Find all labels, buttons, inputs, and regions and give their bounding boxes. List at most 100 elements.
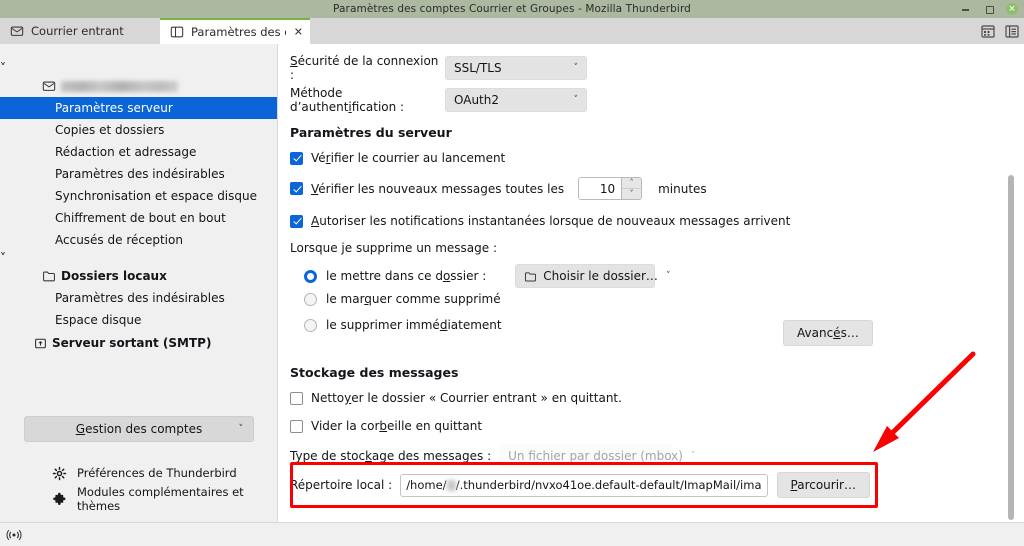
allow-notifications-row[interactable]: Autoriser les notifications instantanées… <box>290 214 790 228</box>
chevron-down-icon: ˅ <box>665 271 671 281</box>
auth-method-select[interactable]: OAuth2 ˅ <box>445 88 587 112</box>
smtp-label: Serveur sortant (SMTP) <box>52 336 212 350</box>
close-button[interactable]: × <box>1006 3 1018 15</box>
connection-security-label: Sécurité de la connexion : <box>290 54 439 82</box>
tasks-icon[interactable] <box>1004 23 1020 39</box>
connectivity-icon <box>6 528 22 542</box>
sidebar-item-synchronisation-et-espace-disque[interactable]: Synchronisation et espace disque <box>0 185 277 207</box>
sidebar-item-parametres-serveur[interactable]: Paramètres serveur <box>0 97 277 119</box>
stepper-down-icon[interactable]: ˅ <box>622 189 641 199</box>
auth-method-value: OAuth2 <box>454 93 499 107</box>
sidebar-link-addons[interactable]: Modules complémentaires et thèmes <box>0 485 277 513</box>
sidebar-item-label: Synchronisation et espace disque <box>55 189 257 203</box>
check-at-startup-row[interactable]: Vérifier le courrier au lancement <box>290 151 505 165</box>
clean-inbox-checkbox[interactable] <box>290 391 303 405</box>
puzzle-icon <box>52 492 67 507</box>
sidebar-link-preferences[interactable]: Préférences de Thunderbird <box>0 460 277 486</box>
settings-content-pane: Sécurité de la connexion : SSL/TLS ˅ Mét… <box>279 44 1024 522</box>
sidebar-local-folders-node[interactable]: ˅ Dossiers locaux <box>0 251 277 287</box>
window-title: Paramètres des comptes Courrier et Group… <box>333 3 691 15</box>
browse-button-label: Parcourir… <box>790 478 856 492</box>
check-at-startup-label: Vérifier le courrier au lancement <box>311 151 506 165</box>
tab-parametres-des-comptes[interactable]: Paramètres des comptes ✕ <box>160 18 310 44</box>
tab-close-icon[interactable]: ✕ <box>294 27 303 38</box>
check-at-startup-checkbox[interactable] <box>290 151 303 165</box>
sidebar-item-chiffrement-de-bout-en-bout[interactable]: Chiffrement de bout en bout <box>0 207 277 229</box>
gear-icon <box>52 466 67 481</box>
manage-accounts-label: GGestion des comptesestion des comptes <box>75 422 203 436</box>
sidebar-item-redaction-et-adressage[interactable]: Rédaction et adressage <box>0 141 277 163</box>
allow-notifications-checkbox[interactable] <box>290 214 303 228</box>
sidebar-item-parametres-des-indesirables[interactable]: Paramètres des indésirables <box>0 163 277 185</box>
clean-inbox-row[interactable]: Nettoyer le dossier « Courrier entrant »… <box>290 391 622 405</box>
auth-method-row: Méthode d’authentification : OAuth2 ˅ <box>290 86 610 114</box>
storage-type-row: Type de stockage des messages : Un fichi… <box>290 444 695 468</box>
folder-icon <box>42 269 56 283</box>
sidebar-item-accuses-de-reception[interactable]: Accusés de réception <box>0 229 277 251</box>
sidebar-item-label: Accusés de réception <box>55 233 183 247</box>
advanced-button-label: Avancés… <box>797 326 859 340</box>
auth-method-label: Méthode d’authentification : <box>290 86 405 114</box>
delete-option-move-row[interactable]: le mettre dans ce dossier : Choisir le d… <box>304 264 670 288</box>
inbox-icon <box>10 24 24 38</box>
connection-security-value: SSL/TLS <box>454 61 502 75</box>
delete-option-move-label: le mettre dans ce dossier : <box>326 269 487 283</box>
minimize-button[interactable] <box>960 3 972 15</box>
sidebar-item-label: Paramètres des indésirables <box>55 167 225 181</box>
browse-button[interactable]: Parcourir… <box>776 472 870 498</box>
calendar-icon[interactable] <box>980 23 996 39</box>
sidebar-item-local-parametres-des-indesirables[interactable]: Paramètres des indésirables <box>0 287 277 309</box>
window-titlebar: Paramètres des comptes Courrier et Group… <box>0 0 1024 18</box>
sidebar-link-label: Modules complémentaires et thèmes <box>77 485 244 513</box>
sidebar-account-node[interactable]: ˅ <box>0 61 277 97</box>
local-directory-input[interactable]: /home/ /.thunderbird/nvxo41oe.default-def… <box>400 473 768 497</box>
delete-option-mark-row[interactable]: le marquer comme supprimé <box>304 292 501 306</box>
empty-trash-checkbox[interactable] <box>290 419 303 433</box>
delete-option-move-radio[interactable] <box>304 269 317 283</box>
local-directory-path-suffix: /.thunderbird/nvxo41oe.default-default/I… <box>455 478 762 492</box>
sidebar-item-label: Copies et dossiers <box>55 123 165 137</box>
folder-picker-value: Choisir le dossier… <box>543 269 658 283</box>
local-directory-row: Répertoire local : /home/ /.thunderbird/n… <box>290 472 870 498</box>
chevron-down-icon: ˅ <box>690 451 696 461</box>
sidebar-item-copies-et-dossiers[interactable]: Copies et dossiers <box>0 119 277 141</box>
settings-sidebar: ˅ Paramètres serveur Copies et dossiers … <box>0 44 278 522</box>
manage-accounts-button[interactable]: GGestion des comptesestion des comptes ˅ <box>24 416 254 442</box>
check-interval-label-after: minutes <box>658 181 707 196</box>
tab-label: Courrier entrant <box>31 24 124 38</box>
maximize-button[interactable] <box>983 3 995 15</box>
delete-option-immediate-row[interactable]: le supprimer immédiatement <box>304 318 502 332</box>
delete-option-immediate-radio[interactable] <box>304 318 317 332</box>
check-interval-checkbox[interactable] <box>290 182 303 195</box>
stepper-up-icon[interactable]: ˄ <box>622 178 642 189</box>
check-interval-stepper[interactable]: 10 ˄ ˅ <box>578 177 643 200</box>
content-scrollbar-track[interactable] <box>1008 44 1019 522</box>
sidebar-item-label: Espace disque <box>55 313 142 327</box>
check-interval-value[interactable]: 10 <box>579 178 622 199</box>
chevron-down-icon[interactable]: ˅ <box>0 61 6 75</box>
check-interval-label-before: Vérifier les nouveaux messages toutes le… <box>311 181 565 196</box>
content-scrollbar-thumb[interactable] <box>1008 175 1014 520</box>
sidebar-item-label: Rédaction et adressage <box>55 145 197 159</box>
settings-panel-icon <box>170 25 184 39</box>
window-controls: × <box>960 0 1018 18</box>
server-settings-heading: Paramètres du serveur <box>290 125 452 140</box>
sidebar-item-espace-disque[interactable]: Espace disque <box>0 309 277 331</box>
sidebar-item-label: Paramètres des indésirables <box>55 291 225 305</box>
chevron-down-icon: ˅ <box>573 95 579 105</box>
empty-trash-row[interactable]: Vider la corbeille en quittant <box>290 419 482 433</box>
folder-picker-select[interactable]: Choisir le dossier… ˅ <box>515 264 670 288</box>
storage-type-value: Un fichier par dossier (mbox) <box>508 449 683 463</box>
sidebar-item-label: Chiffrement de bout en bout <box>55 211 226 225</box>
local-folders-label: Dossiers locaux <box>61 269 167 283</box>
outgoing-server-icon <box>34 337 47 350</box>
envelope-icon <box>42 79 56 93</box>
tab-courrier-entrant[interactable]: Courrier entrant <box>0 18 160 44</box>
chevron-down-icon[interactable]: ˅ <box>0 251 6 265</box>
advanced-button[interactable]: Avancés… <box>783 320 873 346</box>
sidebar-item-smtp[interactable]: Serveur sortant (SMTP) <box>0 332 277 354</box>
chevron-down-icon[interactable]: ˅ <box>239 424 244 434</box>
chevron-down-icon: ˅ <box>573 63 579 73</box>
connection-security-select[interactable]: SSL/TLS ˅ <box>445 56 587 80</box>
delete-option-mark-radio[interactable] <box>304 292 317 306</box>
